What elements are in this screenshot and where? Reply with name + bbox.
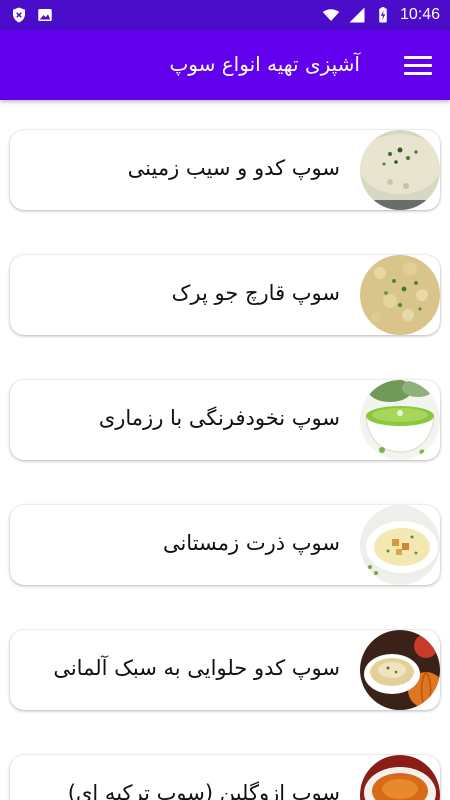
- pea-soup-thumbnail: [360, 380, 440, 460]
- image-icon: [36, 6, 54, 24]
- list-item[interactable]: سوپ قارچ جو پرک: [10, 255, 440, 335]
- list-item[interactable]: سوپ کدو و سیب زمینی: [10, 130, 440, 210]
- list-item-label: سوپ قارچ جو پرک: [171, 281, 340, 305]
- ezogelin-soup-thumbnail: [360, 755, 440, 800]
- battery-charging-icon: [374, 6, 392, 24]
- menu-icon[interactable]: [404, 52, 432, 78]
- status-right: 10:46: [322, 6, 440, 24]
- list-item-label: سوپ ذرت زمستانی: [162, 531, 340, 555]
- status-left: [10, 6, 54, 24]
- list-item[interactable]: سوپ ازوگلین (سوپ ترکیه ای): [10, 755, 440, 800]
- app-title: آشپزی تهیه انواع سوپ: [169, 52, 360, 76]
- list-item-label: سوپ نخودفرنگی با رزماری: [98, 406, 340, 430]
- list-item-label: سوپ کدو حلوایی به سبک آلمانی: [53, 656, 340, 680]
- pumpkin-soup-thumbnail: [360, 630, 440, 710]
- status-bar: 10:46: [0, 0, 450, 30]
- list-item[interactable]: سوپ نخودفرنگی با رزماری: [10, 380, 440, 460]
- status-time: 10:46: [399, 6, 440, 23]
- list-item-label: سوپ ازوگلین (سوپ ترکیه ای): [67, 781, 340, 800]
- list-item[interactable]: سوپ ذرت زمستانی: [10, 505, 440, 585]
- app-bar: آشپزی تهیه انواع سوپ: [0, 30, 450, 100]
- list-item[interactable]: سوپ کدو حلوایی به سبک آلمانی: [10, 630, 440, 710]
- shield-x-icon: [10, 6, 28, 24]
- wifi-icon: [322, 6, 340, 24]
- barley-soup-thumbnail: [360, 255, 440, 335]
- creamy-soup-thumbnail: [360, 130, 440, 210]
- soup-list: سوپ کدو و سیب زمینی سوپ قارچ جو پرک سوپ …: [0, 100, 450, 800]
- signal-icon: [348, 6, 366, 24]
- corn-soup-thumbnail: [360, 505, 440, 585]
- list-item-label: سوپ کدو و سیب زمینی: [127, 156, 340, 180]
